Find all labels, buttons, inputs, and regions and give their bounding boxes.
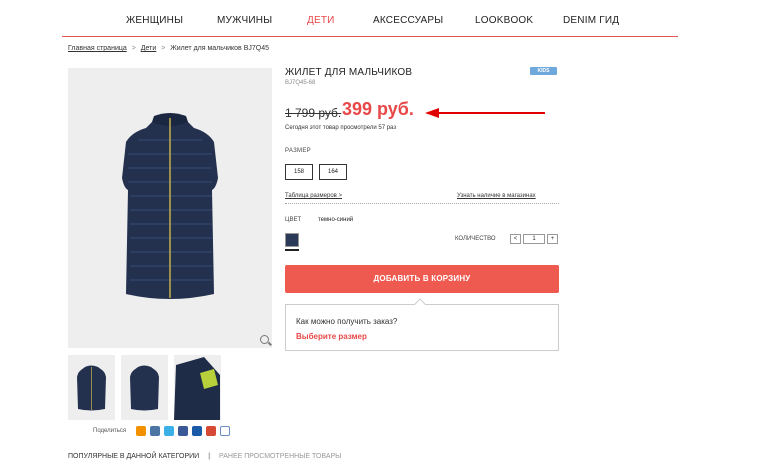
- nav-men[interactable]: МУЖЧИНЫ: [217, 15, 272, 26]
- color-value: темно-синий: [318, 217, 354, 223]
- store-availability-link[interactable]: Узнать наличие в магазинах: [457, 193, 536, 199]
- vest-thumb-image: [174, 357, 220, 420]
- googleplus-icon[interactable]: [206, 426, 216, 436]
- tab-divider: |: [208, 453, 211, 460]
- tab-popular[interactable]: ПОПУЛЯРНЫЕ В ДАННОЙ КАТЕГОРИИ: [68, 453, 199, 460]
- zoom-icon[interactable]: [260, 335, 269, 344]
- facebook-icon[interactable]: [178, 426, 188, 436]
- quantity-decrease-button[interactable]: <: [510, 234, 521, 244]
- tab-recent[interactable]: РАНЕЕ ПРОСМОТРЕННЫЕ ТОВАРЫ: [219, 453, 341, 460]
- breadcrumb-separator: >: [161, 45, 166, 52]
- tooltip-notch: [414, 298, 426, 310]
- vest-thumb-image: [77, 365, 106, 411]
- size-table-link[interactable]: Таблица размеров >: [285, 193, 342, 199]
- breadcrumb: Главная страница > Дети > Жилет для маль…: [68, 45, 269, 52]
- vest-image: [122, 113, 218, 299]
- color-swatch[interactable]: [285, 233, 299, 247]
- size-label: РАЗМЕР: [285, 148, 311, 154]
- breadcrumb-separator: >: [131, 45, 136, 52]
- thumbnail-detail[interactable]: [174, 355, 221, 420]
- size-option-164[interactable]: 164: [319, 164, 347, 180]
- top-nav: ЖЕНЩИНЫ МУЖЧИНЫ ДЕТИ АКСЕССУАРЫ LOOKBOOK…: [62, 0, 678, 37]
- product-title: ЖИЛЕТ ДЛЯ МАЛЬЧИКОВ: [285, 67, 413, 78]
- nav-kids[interactable]: ДЕТИ: [307, 15, 335, 26]
- choose-size-prompt[interactable]: Выберите размер: [296, 332, 367, 341]
- vest-thumb-image: [130, 365, 159, 411]
- add-to-cart-button[interactable]: ДОБАВИТЬ В КОРЗИНУ: [285, 265, 559, 293]
- share-label: Поделиться: [93, 428, 127, 434]
- kids-badge: KIDS: [530, 67, 557, 75]
- quantity-increase-button[interactable]: +: [547, 234, 558, 244]
- email-icon[interactable]: [220, 426, 230, 436]
- breadcrumb-current: Жилет для мальчиков BJ7Q45: [170, 45, 269, 52]
- views-counter: Сегодня этот товар просмотрели 57 раз: [285, 125, 397, 131]
- bottom-tabs: ПОПУЛЯРНЫЕ В ДАННОЙ КАТЕГОРИИ | РАНЕЕ ПРОС…: [68, 453, 341, 460]
- new-price: 399 руб.: [342, 99, 414, 119]
- vk-icon[interactable]: [150, 426, 160, 436]
- mailru-icon[interactable]: [192, 426, 202, 436]
- swatch-selected-indicator: [285, 249, 299, 251]
- delivery-info-box: Как можно получить заказ? Выберите разме…: [285, 298, 559, 351]
- thumbnail-front[interactable]: [68, 355, 115, 420]
- twitter-icon[interactable]: [164, 426, 174, 436]
- breadcrumb-category[interactable]: Дети: [141, 45, 157, 52]
- old-price: 1 799 руб.: [285, 106, 342, 120]
- arrow-left-icon: [425, 108, 545, 118]
- divider: [285, 203, 559, 204]
- thumbnail-back[interactable]: [121, 355, 168, 420]
- product-main-image[interactable]: [68, 68, 272, 348]
- delivery-question: Как можно получить заказ?: [296, 317, 398, 326]
- breadcrumb-home[interactable]: Главная страница: [68, 45, 127, 52]
- nav-lookbook[interactable]: LOOKBOOK: [475, 15, 533, 26]
- size-option-158[interactable]: 158: [285, 164, 313, 180]
- color-label: ЦВЕТ: [285, 217, 302, 223]
- nav-women[interactable]: ЖЕНЩИНЫ: [126, 15, 183, 26]
- quantity-input[interactable]: 1: [523, 234, 545, 244]
- nav-denim-guide[interactable]: DENIM ГИД: [563, 15, 619, 26]
- product-sku: BJ7Q45-68: [285, 80, 316, 86]
- quantity-label: КОЛИЧЕСТВО: [455, 236, 496, 242]
- nav-accessories[interactable]: АКСЕССУАРЫ: [373, 15, 443, 26]
- odnoklassniki-icon[interactable]: [136, 426, 146, 436]
